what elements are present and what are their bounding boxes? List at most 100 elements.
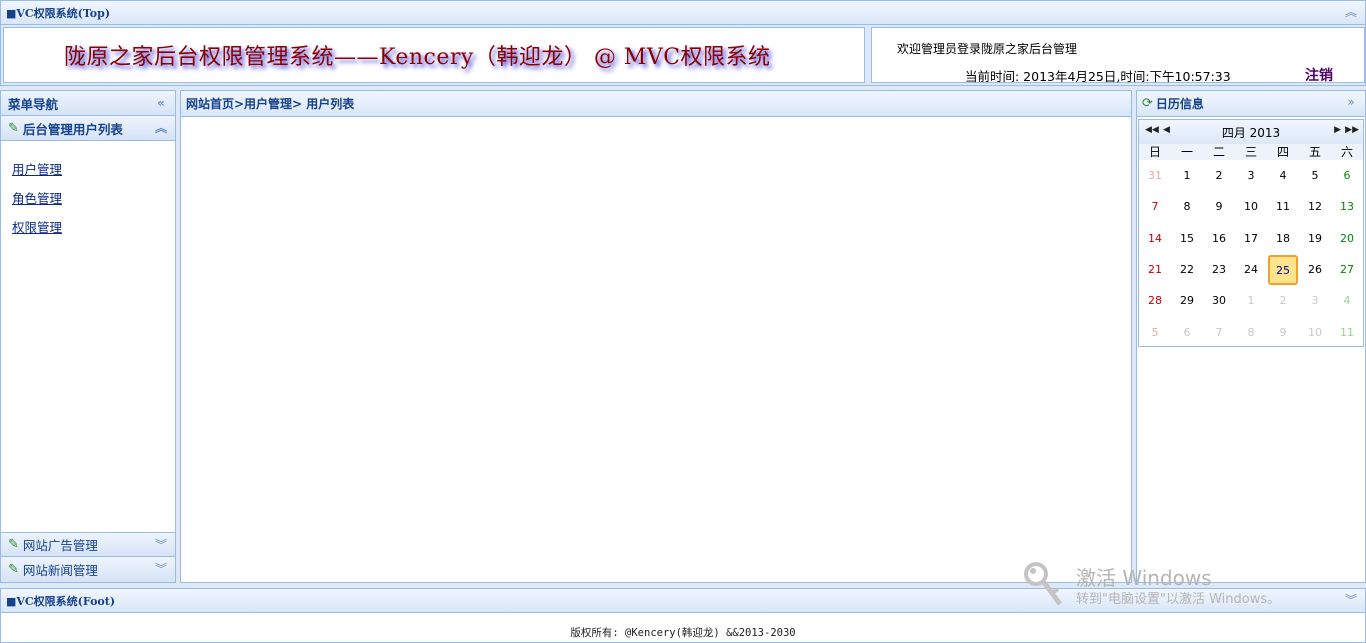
accordion-title-users: 后台管理用户列表 (22, 121, 123, 137)
menu-link-permissions[interactable]: 权限管理 (12, 217, 175, 236)
calendar-day[interactable]: 4 (1331, 285, 1363, 316)
calendar-day[interactable]: 1 (1171, 160, 1203, 191)
refresh-icon: ⟳ (1142, 96, 1153, 111)
weekday-label: 五 (1308, 145, 1321, 159)
calendar-day[interactable]: 5 (1299, 160, 1331, 191)
weekday-label: 一 (1180, 145, 1193, 159)
welcome-text: 欢迎管理员登录陇原之家后台管理 (897, 42, 1078, 56)
calendar-day[interactable]: 19 (1299, 223, 1331, 254)
calendar-day[interactable]: 11 (1267, 191, 1299, 222)
weekday-label: 四 (1276, 145, 1289, 159)
calendar-day[interactable]: 22 (1171, 254, 1203, 285)
key-icon (1024, 562, 1063, 606)
menu-nav-header: 菜单导航 « (1, 91, 175, 116)
prev-year-icon[interactable]: ◀◀ (1145, 125, 1159, 135)
weekday-label: 三 (1244, 145, 1257, 159)
watermark-subtitle: 转到"电脑设置"以激活 Windows。 (1076, 592, 1281, 607)
calendar-grid: 31 1 2 3 4 5 6 7 8 9 10 11 12 13 14 15 16 17 18 19 20 21 22 23 2… (1139, 160, 1363, 348)
calendar-day[interactable]: 10 (1299, 316, 1331, 347)
next-year-icon[interactable]: ▶▶ (1345, 125, 1359, 135)
accordion-collapsed-sections: ✎ 网站广告管理 ︾ ✎ 网站新闻管理 ︾ (1, 532, 175, 582)
top-panel-header: ■VC权限系统(Top) ︽ (1, 1, 1365, 25)
calendar-day[interactable]: 5 (1139, 316, 1171, 347)
collapse-left-icon[interactable]: « (153, 95, 169, 111)
expand-down-icon[interactable]: ︾ (153, 561, 169, 577)
calendar-day[interactable]: 9 (1267, 316, 1299, 347)
menu-link-users[interactable]: 用户管理 (12, 159, 175, 178)
calendar-day[interactable]: 8 (1235, 316, 1267, 347)
weekday-label: 二 (1212, 145, 1225, 159)
current-time: 当前时间: 2013年4月25日,时间:下午10:57:33 (965, 69, 1231, 84)
menu-link-roles[interactable]: 角色管理 (12, 188, 175, 207)
center-panel: 网站首页>用户管理> 用户列表 (180, 90, 1132, 583)
weekday-label: 六 (1340, 145, 1353, 159)
calendar-day[interactable]: 20 (1331, 223, 1363, 254)
calendar-day[interactable]: 30 (1203, 285, 1235, 316)
calendar-panel-title: 日历信息 (1155, 97, 1204, 111)
calendar-day[interactable]: 15 (1171, 223, 1203, 254)
calendar-header: ◀◀ ◀ 四月 2013 ▶ ▶▶ (1139, 120, 1363, 144)
calendar-day[interactable]: 18 (1267, 223, 1299, 254)
calendar-day[interactable]: 7 (1139, 191, 1171, 222)
expand-down-icon[interactable]: ︾ (1343, 592, 1359, 608)
top-panel: ■VC权限系统(Top) ︽ 陇原之家后台权限管理系统——Kencery（韩迎龙… (0, 0, 1366, 86)
calendar-day[interactable]: 4 (1267, 160, 1299, 191)
calendar: ◀◀ ◀ 四月 2013 ▶ ▶▶ 日 一 二 三 四 五 六 31 1 2 3 4 5 6… (1138, 119, 1364, 347)
accordion-header-news[interactable]: ✎ 网站新闻管理 ︾ (1, 557, 175, 582)
calendar-day[interactable]: 11 (1331, 316, 1363, 347)
content-area (181, 117, 1131, 582)
calendar-panel-header: ⟳ 日历信息 » (1137, 91, 1365, 117)
top-panel-title: ■VC权限系统(Top) (6, 6, 111, 20)
calendar-day[interactable]: 1 (1235, 285, 1267, 316)
calendar-day[interactable]: 10 (1235, 191, 1267, 222)
calendar-day[interactable]: 24 (1235, 254, 1267, 285)
welcome-box: 欢迎管理员登录陇原之家后台管理 当前时间: 2013年4月25日,时间:下午10… (871, 27, 1365, 85)
expand-down-icon[interactable]: ︾ (153, 537, 169, 553)
calendar-day[interactable]: 26 (1299, 254, 1331, 285)
prev-month-icon[interactable]: ◀ (1163, 125, 1170, 135)
calendar-day[interactable]: 29 (1171, 285, 1203, 316)
calendar-day[interactable]: 6 (1331, 160, 1363, 191)
calendar-day[interactable]: 6 (1171, 316, 1203, 347)
menu-links: 用户管理 角色管理 权限管理 (1, 141, 175, 236)
calendar-day[interactable]: 31 (1139, 160, 1171, 191)
calendar-month-label[interactable]: 四月 2013 (1222, 124, 1280, 141)
calendar-day[interactable]: 12 (1299, 191, 1331, 222)
accordion-header-users[interactable]: ✎ 后台管理用户列表 ︽ (1, 116, 175, 141)
logout-link[interactable]: 注销 (1305, 65, 1333, 85)
calendar-day[interactable]: 3 (1235, 160, 1267, 191)
calendar-day[interactable]: 23 (1203, 254, 1235, 285)
calendar-day[interactable]: 16 (1203, 223, 1235, 254)
accordion-title-ads: 网站广告管理 (22, 538, 98, 553)
calendar-day[interactable]: 27 (1331, 254, 1363, 285)
calendar-weekdays: 日 一 二 三 四 五 六 (1139, 144, 1363, 160)
menu-nav-title: 菜单导航 (8, 96, 59, 112)
calendar-day[interactable]: 13 (1331, 191, 1363, 222)
breadcrumb: 网站首页>用户管理> 用户列表 (186, 97, 355, 111)
pencil-icon: ✎ (8, 562, 19, 577)
calendar-day-today[interactable]: 25 (1267, 254, 1299, 285)
banner: 陇原之家后台权限管理系统——Kencery（韩迎龙） @ MVC权限系统 (3, 27, 865, 83)
left-nav-panel: 菜单导航 « ✎ 后台管理用户列表 ︽ 用户管理 角色管理 权限管理 ✎ 网站广… (0, 90, 176, 583)
weekday-label: 日 (1148, 145, 1161, 159)
collapse-right-icon[interactable]: » (1343, 94, 1359, 110)
pencil-icon: ✎ (8, 120, 19, 136)
collapse-up-icon[interactable]: ︽ (153, 120, 169, 136)
calendar-day[interactable]: 28 (1139, 285, 1171, 316)
next-month-icon[interactable]: ▶ (1334, 125, 1341, 135)
calendar-day[interactable]: 7 (1203, 316, 1235, 347)
copyright-text: 版权所有: @Kencery(韩迎龙) &&2013-2030 (570, 627, 796, 639)
calendar-day[interactable]: 8 (1171, 191, 1203, 222)
calendar-day[interactable]: 2 (1267, 285, 1299, 316)
calendar-day[interactable]: 9 (1203, 191, 1235, 222)
accordion-header-ads[interactable]: ✎ 网站广告管理 ︾ (1, 532, 175, 557)
calendar-day[interactable]: 21 (1139, 254, 1171, 285)
calendar-day[interactable]: 17 (1235, 223, 1267, 254)
calendar-day[interactable]: 3 (1299, 285, 1331, 316)
calendar-day[interactable]: 14 (1139, 223, 1171, 254)
foot-panel-title: ■VC权限系统(Foot) (6, 594, 116, 608)
collapse-up-icon[interactable]: ︽ (1343, 4, 1359, 20)
calendar-panel: ⟳ 日历信息 » ◀◀ ◀ 四月 2013 ▶ ▶▶ 日 一 二 三 四 五 六… (1136, 90, 1366, 583)
calendar-day[interactable]: 2 (1203, 160, 1235, 191)
center-panel-header: 网站首页>用户管理> 用户列表 (181, 91, 1131, 117)
